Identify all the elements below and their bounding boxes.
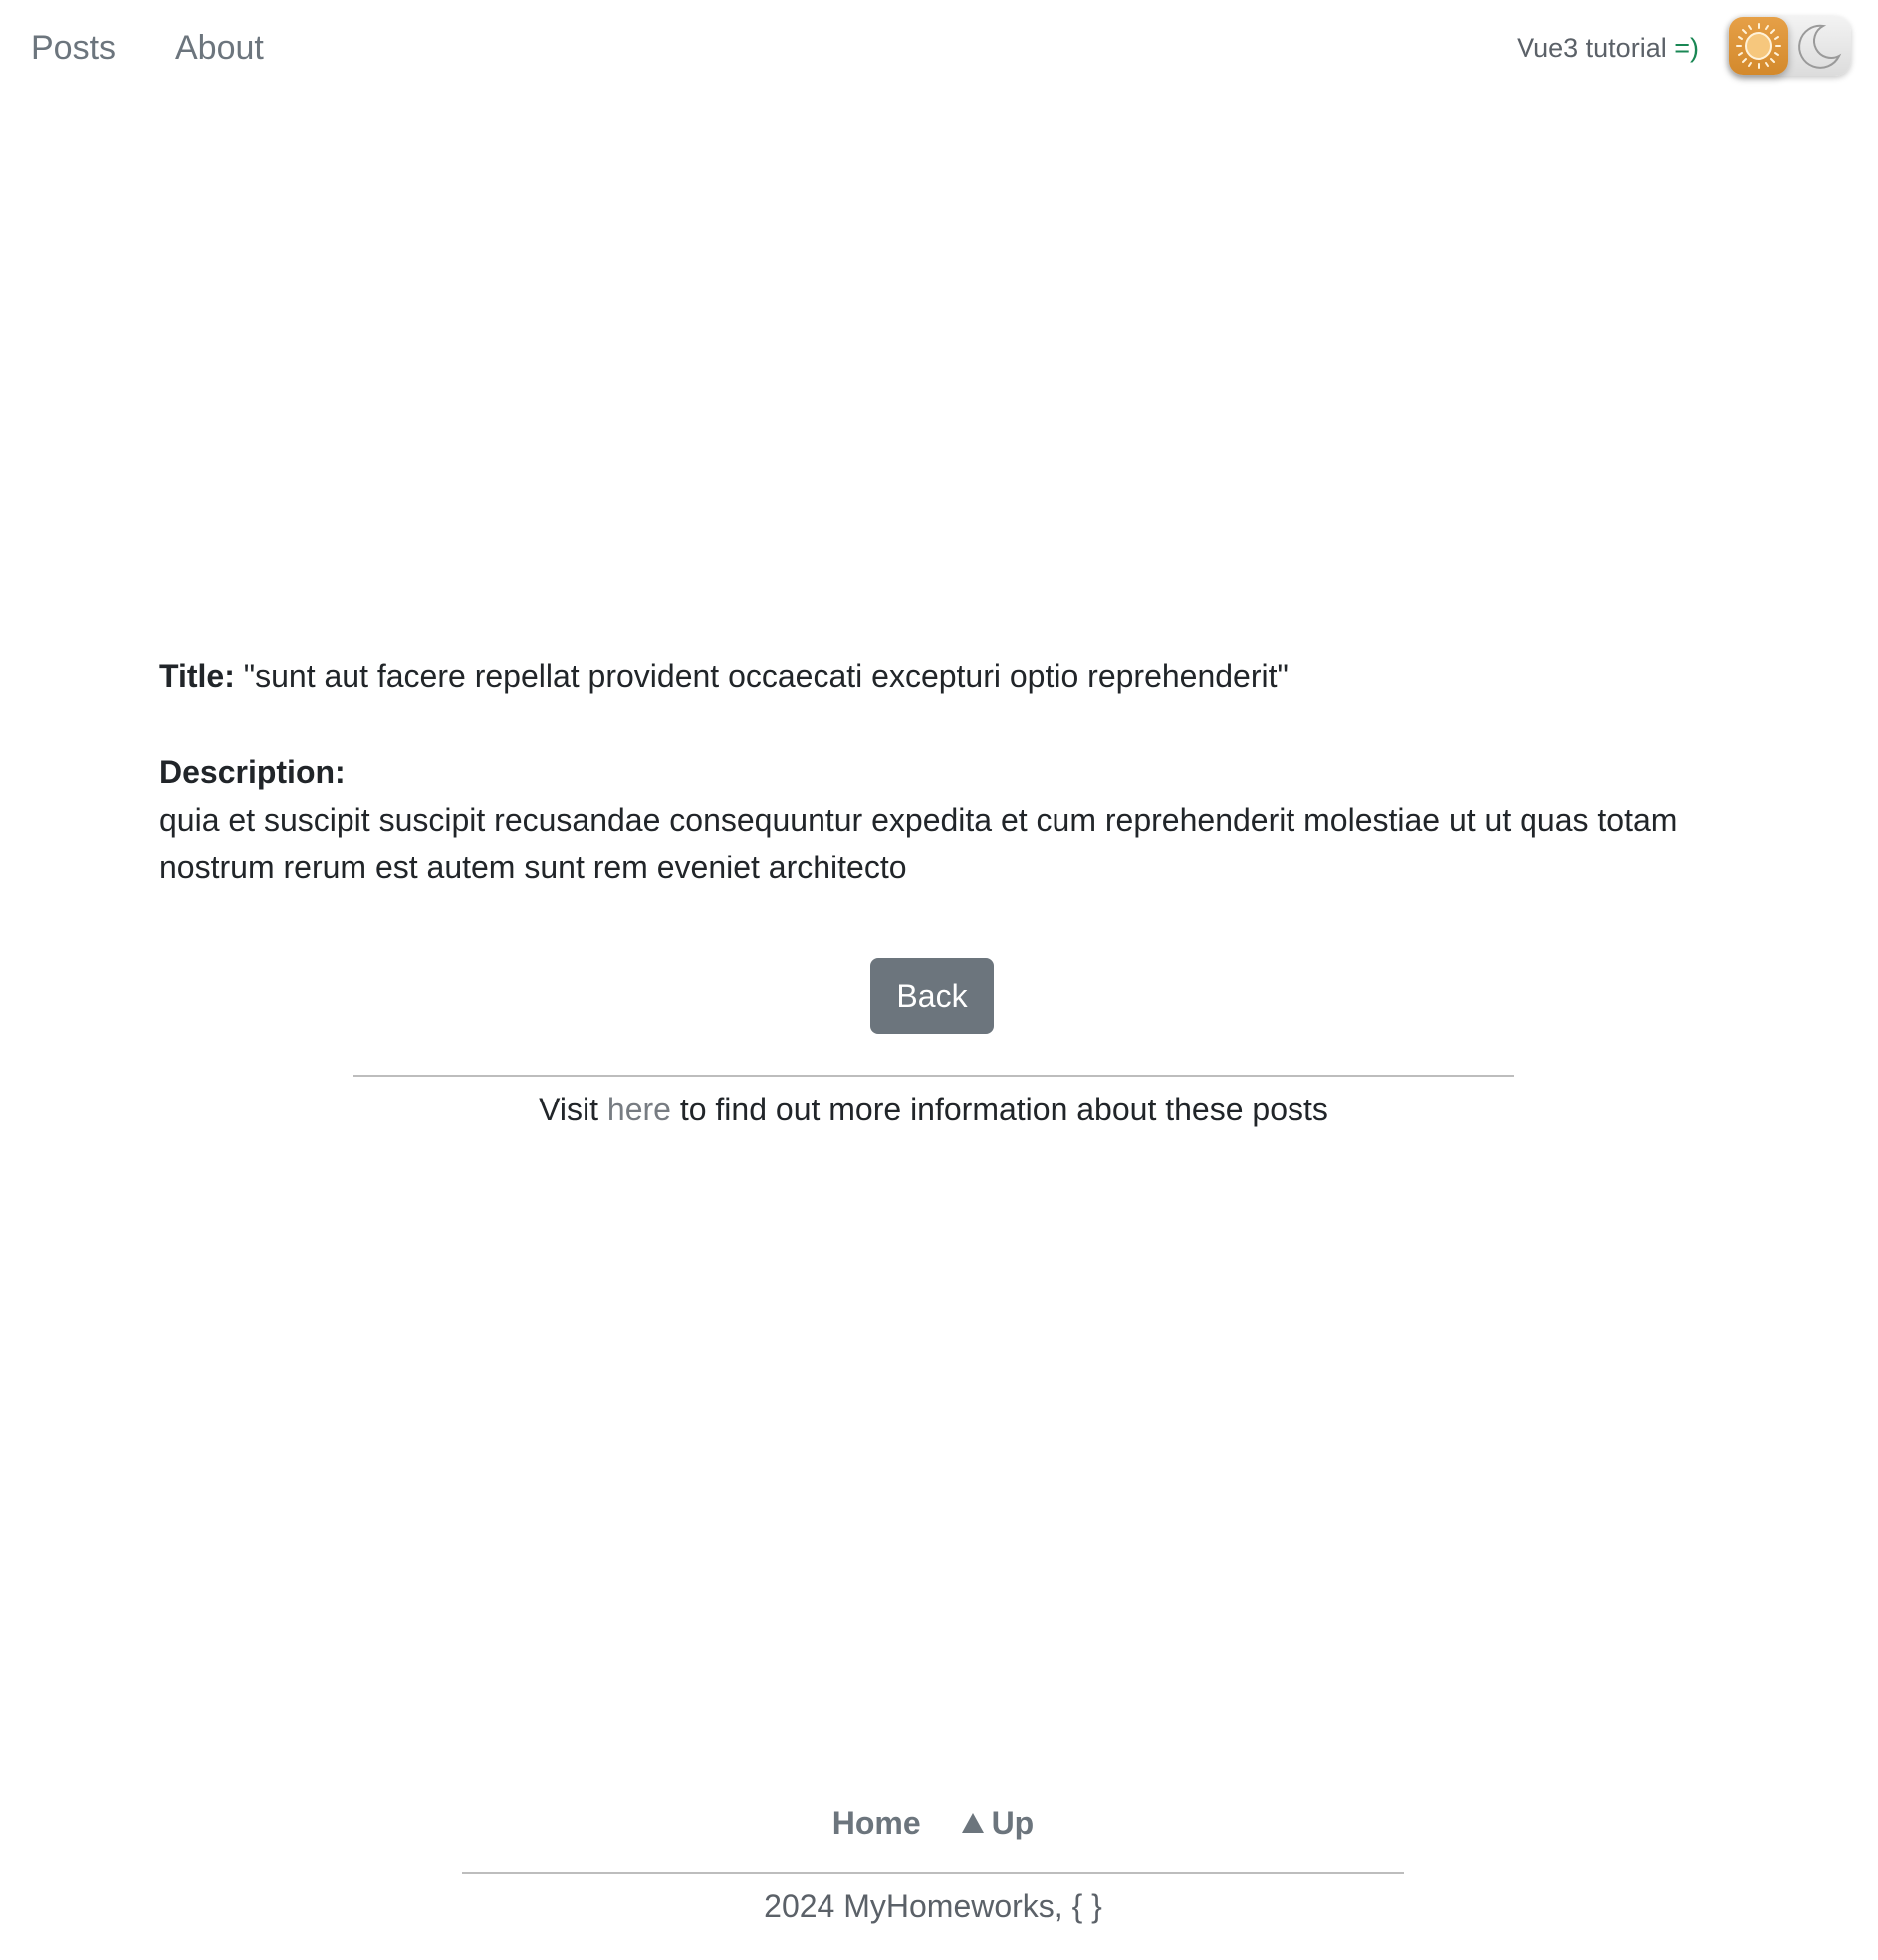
footer-home-link[interactable]: Home	[832, 1805, 921, 1840]
info-text-before: Visit	[539, 1092, 598, 1127]
post-description: quia et suscipit suscipit recusandae con…	[159, 802, 1678, 885]
brand-title: Vue3 tutorial	[1517, 33, 1667, 63]
moon-icon	[1798, 24, 1842, 69]
info-link-here[interactable]: here	[607, 1092, 671, 1127]
nav-link-posts[interactable]: Posts	[31, 28, 116, 68]
footer-up-label: Up	[991, 1805, 1035, 1840]
navbar: Posts About Vue3 tutorial =)	[0, 0, 1878, 96]
description-label: Description:	[159, 754, 346, 790]
arrow-up-icon	[961, 1813, 984, 1833]
post-details: Title: "sunt aut facere repellat provide…	[159, 652, 1713, 891]
title-label: Title:	[159, 658, 235, 694]
nav-link-about[interactable]: About	[175, 28, 264, 68]
post-title: "sunt aut facere repellat provident occa…	[243, 658, 1289, 694]
brand-smile: =)	[1674, 33, 1699, 63]
brand-text: Vue3 tutorial =)	[1517, 31, 1699, 65]
divider	[353, 1075, 1514, 1077]
info-text: Visit here to find out more information …	[353, 1088, 1514, 1131]
footer-divider	[462, 1872, 1404, 1874]
theme-toggle[interactable]	[1728, 16, 1851, 76]
copyright: 2024 MyHomeworks, { }	[764, 1888, 1102, 1924]
sun-icon	[1729, 17, 1788, 75]
footer-up-link[interactable]: Up	[961, 1805, 1035, 1840]
info-text-after: to find out more information about these…	[679, 1092, 1328, 1127]
post-title-row: Title: "sunt aut facere repellat provide…	[159, 652, 1713, 700]
back-button[interactable]: Back	[870, 958, 994, 1034]
footer-nav: Home Up	[0, 1801, 1866, 1844]
